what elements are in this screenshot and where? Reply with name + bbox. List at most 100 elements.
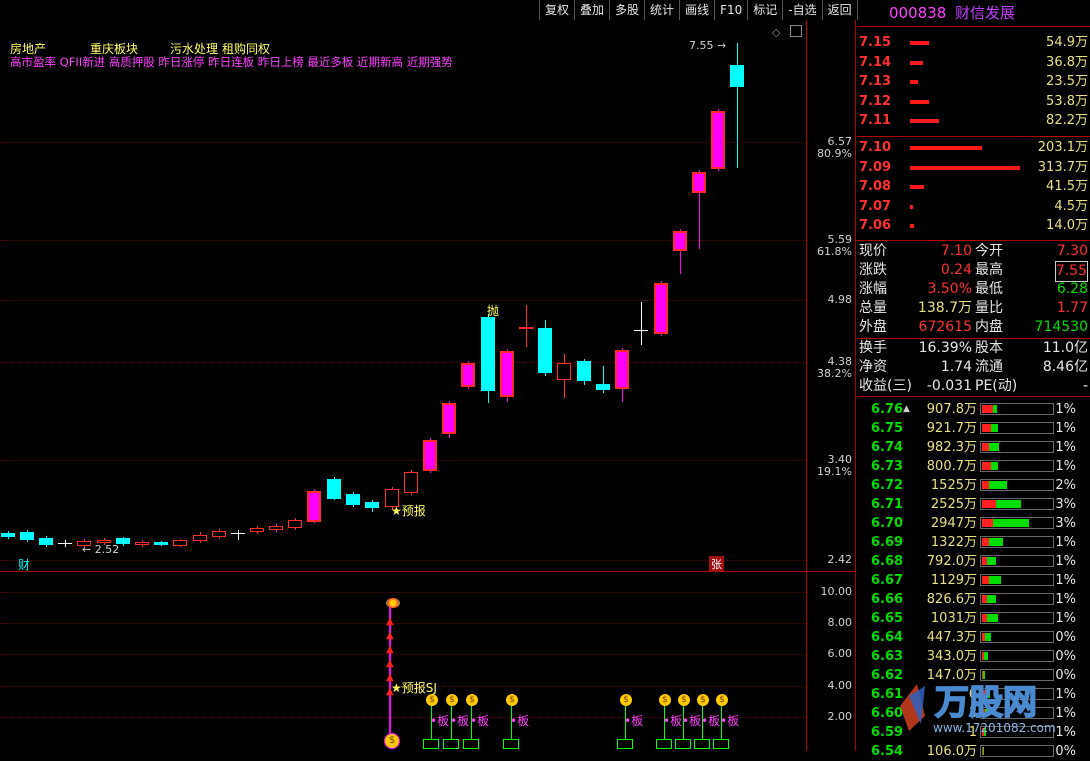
candle[interactable] xyxy=(327,479,341,499)
bid-volume: 41.5万 xyxy=(1046,179,1088,194)
stat-label: 内盘 xyxy=(975,319,1003,335)
candle[interactable] xyxy=(557,363,571,380)
kline-chart[interactable] xyxy=(0,20,856,751)
toolbar-button-4[interactable]: 画线 xyxy=(679,0,714,20)
toolbar-button-0[interactable]: 复权 xyxy=(539,0,574,20)
money-bag-icon: $ xyxy=(466,694,478,706)
candle[interactable] xyxy=(212,531,226,537)
toolbar-button-8[interactable]: 返回 xyxy=(821,0,858,20)
candle[interactable] xyxy=(20,532,34,540)
cai-label[interactable]: 财 xyxy=(18,556,30,573)
stat-value: 3.50% xyxy=(927,281,972,297)
candle[interactable] xyxy=(135,542,149,545)
candle[interactable] xyxy=(173,540,187,546)
candle[interactable] xyxy=(231,533,245,534)
ask-row[interactable]: 7.11 82.2万 xyxy=(857,111,1090,130)
dist-price: 6.69 xyxy=(871,535,904,550)
dist-pct: 3% xyxy=(1055,516,1076,531)
candle[interactable] xyxy=(154,542,168,545)
candle[interactable] xyxy=(500,351,514,397)
candle[interactable] xyxy=(577,361,591,381)
ask-row[interactable]: 7.15 54.9万 xyxy=(857,33,1090,52)
dist-price: 6.73 xyxy=(871,459,904,474)
board-box xyxy=(423,739,439,749)
sub-axis-label: 4.00 xyxy=(827,679,853,692)
zhang-label[interactable]: 张 xyxy=(709,556,724,572)
board-label: •板 xyxy=(510,714,530,728)
candle[interactable] xyxy=(711,111,725,169)
bid-row[interactable]: 7.08 41.5万 xyxy=(857,177,1090,196)
candle[interactable] xyxy=(58,543,72,544)
distribution-row[interactable]: 6.74 982.3万 1% xyxy=(857,438,1090,457)
distribution-row[interactable]: 6.73 800.7万 1% xyxy=(857,457,1090,476)
dist-bar-green xyxy=(987,557,996,565)
distribution-row[interactable]: 6.75 921.7万 1% xyxy=(857,419,1090,438)
toolbar-button-5[interactable]: F10 xyxy=(714,0,747,20)
candle[interactable] xyxy=(423,440,437,471)
candle[interactable] xyxy=(288,520,302,528)
candle[interactable] xyxy=(519,327,533,329)
candle[interactable] xyxy=(615,350,629,389)
candle[interactable] xyxy=(538,328,552,373)
distribution-row[interactable]: 6.70 2947万 3% xyxy=(857,514,1090,533)
candle[interactable] xyxy=(461,363,475,387)
candle[interactable] xyxy=(39,538,53,545)
candle[interactable] xyxy=(634,330,648,331)
stat-label: 总量 xyxy=(859,300,887,316)
distribution-row[interactable]: 6.67 1129万 1% xyxy=(857,571,1090,590)
dist-volume: 1031万 xyxy=(930,611,977,626)
distribution-row[interactable]: 6.64 447.3万 0% xyxy=(857,628,1090,647)
distribution-row[interactable]: 6.71 2525万 3% xyxy=(857,495,1090,514)
candle[interactable] xyxy=(654,283,668,334)
ask-row[interactable]: 7.13 23.5万 xyxy=(857,72,1090,91)
candle[interactable] xyxy=(673,231,687,251)
candle[interactable] xyxy=(193,535,207,541)
dist-bar-red xyxy=(982,424,991,432)
bid-row[interactable]: 7.10 203.1万 xyxy=(857,138,1090,157)
toolbar-button-2[interactable]: 多股 xyxy=(609,0,644,20)
toolbar-button-1[interactable]: 叠加 xyxy=(574,0,609,20)
distribution-row[interactable]: 6.72 1525万 2% xyxy=(857,476,1090,495)
stat-value: - xyxy=(1082,378,1088,394)
dist-bar xyxy=(980,479,1054,491)
stat-label: 最低 xyxy=(975,281,1003,297)
candle-wick xyxy=(641,302,642,345)
dist-price: 6.70 xyxy=(871,516,904,531)
distribution-row[interactable]: 6.65 1031万 1% xyxy=(857,609,1090,628)
ask-volume: 23.5万 xyxy=(1046,74,1088,89)
distribution-row[interactable]: 6.68 792.0万 1% xyxy=(857,552,1090,571)
candle[interactable] xyxy=(442,403,456,434)
candle[interactable] xyxy=(250,528,264,532)
candle[interactable] xyxy=(365,502,379,508)
toolbar-button-6[interactable]: 标记 xyxy=(747,0,782,20)
distribution-row[interactable]: 6.76 ▲ 907.8万 1% xyxy=(857,400,1090,419)
ask-row[interactable]: 7.14 36.8万 xyxy=(857,53,1090,72)
bid-price: 7.09 xyxy=(859,159,892,175)
diamond-icon[interactable]: ◇ xyxy=(772,26,780,39)
distribution-row[interactable]: 6.54 106.0万 0% xyxy=(857,742,1090,761)
candle[interactable] xyxy=(404,472,418,493)
watermark-logo: 万股网 www.17201082.com xyxy=(895,676,1090,736)
ask-row[interactable]: 7.12 53.8万 xyxy=(857,92,1090,111)
candle[interactable] xyxy=(481,317,495,391)
dist-volume: 1129万 xyxy=(930,573,977,588)
distribution-row[interactable]: 6.63 343.0万 0% xyxy=(857,647,1090,666)
bid-row[interactable]: 7.07 4.5万 xyxy=(857,197,1090,216)
candle[interactable] xyxy=(1,533,15,537)
watermark-brand: 万股网 xyxy=(935,683,1037,723)
toolbar-button-3[interactable]: 统计 xyxy=(644,0,679,20)
candle[interactable] xyxy=(730,65,744,87)
bid-row[interactable]: 7.06 14.0万 xyxy=(857,216,1090,235)
stat-label: 最高 xyxy=(975,262,1003,278)
candle[interactable] xyxy=(307,491,321,522)
candle[interactable] xyxy=(346,494,360,505)
toolbar-button-7[interactable]: -自选 xyxy=(782,0,821,20)
window-icon[interactable] xyxy=(790,25,802,37)
distribution-row[interactable]: 6.69 1322万 1% xyxy=(857,533,1090,552)
dist-bar-red xyxy=(982,405,993,413)
candle[interactable] xyxy=(596,384,610,390)
distribution-row[interactable]: 6.66 826.6万 1% xyxy=(857,590,1090,609)
candle[interactable] xyxy=(269,526,283,530)
bid-row[interactable]: 7.09 313.7万 xyxy=(857,158,1090,177)
candle[interactable] xyxy=(692,172,706,193)
